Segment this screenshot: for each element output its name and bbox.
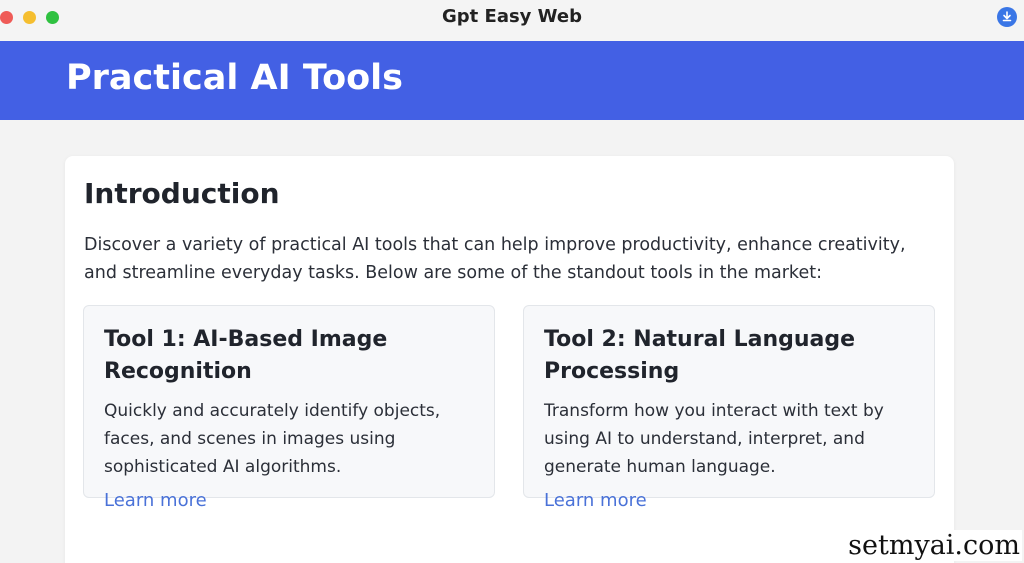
tool-description: Quickly and accurately identify objects,… (104, 401, 441, 477)
browser-window: Gpt Easy Web Practical AI Tools Introduc… (0, 0, 1024, 563)
learn-more-link[interactable]: Learn more (104, 490, 207, 511)
tool-card-image-recognition: Tool 1: AI-Based Image Recognition Quick… (83, 305, 495, 511)
tool-title: Tool 1: AI-Based Image Recognition (104, 327, 388, 384)
introduction-section: Introduction Discover a variety of pract… (65, 156, 954, 563)
tool-title: Tool 2: Natural Language Processing (544, 327, 856, 384)
learn-more-link[interactable]: Learn more (544, 490, 647, 511)
section-heading: Introduction (84, 177, 280, 210)
download-icon (1002, 11, 1012, 22)
tool-description: Transform how you interact with text by … (544, 401, 884, 477)
intro-paragraph: Discover a variety of practical AI tools… (84, 235, 906, 283)
watermark: setmyai.com (846, 530, 1022, 561)
download-button[interactable] (997, 7, 1017, 27)
tool-card-nlp: Tool 2: Natural Language Processing Tran… (523, 305, 935, 511)
window-title: Gpt Easy Web (442, 6, 582, 27)
title-bar: Gpt Easy Web (0, 0, 1024, 41)
page-title: Practical AI Tools (66, 58, 403, 98)
page-header: Practical AI Tools (0, 41, 1024, 120)
